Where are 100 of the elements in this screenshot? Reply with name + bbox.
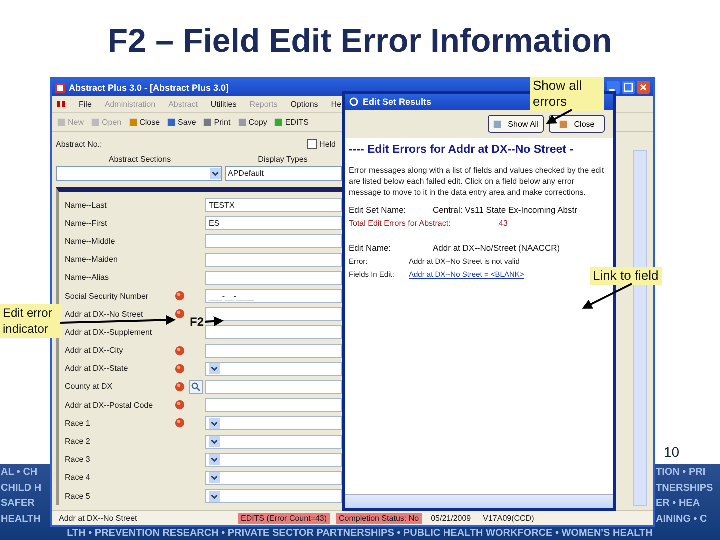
toolbar-button[interactable]: EDITS [272,118,311,126]
menu-item[interactable]: Utilities [210,100,237,108]
slide-title: F2 – Field Edit Error Information [106,22,614,60]
banner-text: SAFER [0,497,35,511]
field-value: Addr at DX--No/Street (NAACCR) [433,242,560,255]
field-label: Name--First [65,218,108,228]
held-checkbox[interactable]: Held [306,139,336,149]
banner-text: HEALTH [0,512,41,526]
dropdown-field[interactable] [205,452,342,467]
input-field[interactable] [205,325,342,340]
field-label: Social Security Number [65,292,150,301]
app-icon [55,82,65,92]
field-label: Addr at DX--State [65,364,130,374]
toolbar-button[interactable]: Save [165,118,198,126]
caret-icon [209,454,220,466]
field-label: Name--Alias [65,273,110,282]
field-label: Name--Maiden [65,255,119,264]
menu-item[interactable]: File [79,100,92,108]
banner-text: TION • PRI [656,466,707,480]
display-types-field[interactable]: APDefault [225,166,342,181]
toolbar-icon [203,118,212,126]
show-all-button[interactable]: Show All [488,115,544,133]
input-field[interactable] [205,344,342,358]
toolbar-button[interactable]: Print [201,118,233,126]
close-button[interactable]: Close [549,115,605,133]
field-label: Total Edit Errors for Abstract: [349,218,452,230]
callout-label: Link to field [590,267,662,285]
callout-label: Show all errors [530,77,604,111]
field-label: Abstract No.: [56,140,102,148]
arrow [546,109,572,124]
instructions-text: Error messages along with a list of fields and values checked by the edit are listed below each failed edit. Click on a field below any error message to move to it in the data entry area and make corrections. [349,165,606,198]
status-text: V17A09(CCD) [482,512,536,524]
caret-icon [209,472,220,484]
banner-text: CHILD H [0,482,42,496]
input-field[interactable] [205,270,342,285]
caret-icon [209,490,220,502]
toolbar-icon [128,118,138,126]
dropdown-field[interactable] [205,362,342,376]
arrow [582,283,632,309]
field-value: Central: Vs11 State Ex-Incoming Abstr [433,204,578,217]
dropdown-field[interactable] [205,416,342,430]
magnifier-icon [191,382,201,392]
menu-item[interactable]: Options [290,100,318,108]
field-label: Name--Last [65,200,108,210]
field-label: Name--Middle [65,236,116,246]
field-label: Addr at DX--City [65,346,124,356]
caret-icon [209,436,220,448]
field-label: Race 2 [65,437,92,446]
input-field[interactable] [205,380,342,394]
toolbar-button[interactable]: Copy [236,118,270,126]
sections-dropdown[interactable] [56,166,222,181]
toolbar-icon [167,118,176,126]
field-label: Edit Name: [349,242,392,255]
arrow [204,316,224,326]
status-text: 05/21/2009 [430,512,472,524]
field-label: Race 5 [65,492,92,501]
input-field[interactable]: TESTX [205,198,342,212]
field-label: Race 1 [65,418,92,428]
lookup-button[interactable] [189,380,203,394]
banner-text: AL • CH [0,466,38,480]
status-text: EDITS (Error Count=43) [238,512,330,524]
status-text: Addr at DX--No Street [58,512,138,524]
app-icon [349,97,359,107]
field-label: Addr at DX--No Street [65,310,144,319]
field-label: County at DX [65,382,114,392]
close-icon[interactable] [637,81,650,94]
input-field[interactable] [205,234,342,248]
page-number: 10 [664,444,680,460]
callout-label: F2 [190,314,204,330]
dropdown-field[interactable] [205,470,342,485]
toolbar-icon [57,118,66,126]
dialog-title: Edit Set Results [363,97,432,107]
input-field[interactable] [205,307,342,322]
toolbar-icon [91,118,100,126]
input-field[interactable]: ES [205,216,342,230]
caret-icon [209,363,220,374]
banner-text: AINING • C [656,512,708,526]
input-field[interactable] [205,252,342,267]
caret-icon [210,168,221,179]
field-label: Addr at DX--Postal Code [65,400,154,410]
menu-item[interactable]: He [331,100,342,108]
dropdown-field[interactable] [205,489,342,504]
toolbar-icon [274,118,284,126]
field-label: Display Types [257,155,309,164]
status-text: Completion Status: No [336,512,422,524]
toolbar-button[interactable]: Close [126,118,162,126]
input-field[interactable]: ___-__-____ [205,289,342,304]
banner-text: LTH • PREVENTION RESEARCH • PRIVATE SECTOR PARTNERSHIPS • PUBLIC HEALTH WORKFORCE • WOMEN'S HEALTH [66,528,654,539]
error-count: 43 [499,218,508,230]
error-heading: ---- Edit Errors for Addr at DX--No Street - [349,144,574,156]
maximize-icon[interactable] [622,81,635,94]
app-logo-icon [56,99,66,109]
banner-text: ER • HEA [656,497,702,511]
input-field[interactable] [205,398,342,412]
toolbar-icon [238,118,247,126]
dropdown-field[interactable] [205,434,342,449]
field-label: Race 3 [65,455,92,464]
caret-icon [209,418,220,429]
banner-text: TNERSHIPS [656,482,714,496]
field-label: Addr at DX--Supplement [65,328,154,337]
